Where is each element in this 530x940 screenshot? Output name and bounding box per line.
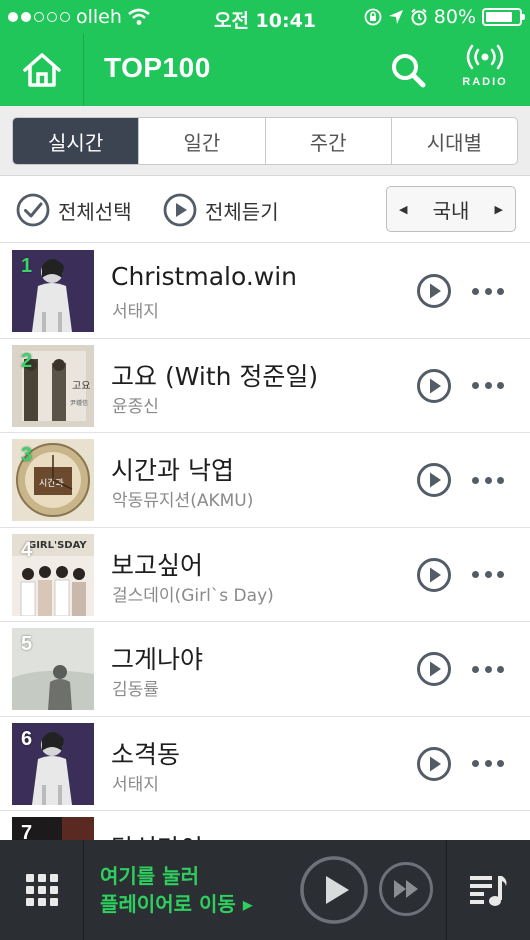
album-art: GIRL'SDAY 4 — [12, 533, 94, 616]
song-list: 1 Christmalo.win 서태지 고요 尹鍾信 2 고요 (With 정… — [0, 244, 530, 840]
page-title: TOP100 — [104, 52, 211, 83]
svg-text:고요: 고요 — [72, 381, 90, 392]
song-artist: 걸스데이(Girl`s Day) — [112, 585, 274, 606]
period-tabs-area: 실시간 일간 주간 시대별 — [0, 106, 530, 176]
hint-line-1: 여기를 눌러 — [100, 864, 199, 888]
grid-icon — [25, 874, 58, 906]
play-all-label: 전체듣기 — [205, 199, 279, 224]
song-title: 시간과 낙엽 — [111, 456, 234, 485]
hint-line-2: 플레이어로 이동 ▸ — [100, 892, 253, 916]
more-options-icon[interactable] — [470, 368, 506, 404]
album-art: 5 — [12, 628, 94, 710]
radio-label: RADIO — [462, 76, 508, 88]
search-icon — [392, 54, 426, 88]
song-title: Christmalo.win — [111, 262, 298, 291]
region-label: 국내 — [432, 198, 470, 223]
search-button[interactable] — [384, 48, 432, 92]
rank-number: 6 — [21, 727, 33, 750]
svg-text:GIRL'SDAY: GIRL'SDAY — [28, 540, 87, 551]
svg-text:尹鍾信: 尹鍾信 — [70, 399, 88, 407]
mini-player: 여기를 눌러 플레이어로 이동 ▸ — [0, 840, 530, 940]
song-row[interactable]: 1 Christmalo.win 서태지 — [0, 244, 530, 339]
alarm-icon — [411, 8, 427, 26]
tab-era[interactable]: 시대별 — [392, 118, 517, 164]
battery-percent: 80% — [433, 6, 476, 28]
open-player-hint[interactable]: 여기를 눌러 플레이어로 이동 ▸ — [100, 862, 253, 918]
status-bar: olleh 오전 10:41 80% — [0, 0, 530, 34]
player-play-icon[interactable] — [299, 855, 369, 925]
location-icon — [388, 10, 403, 24]
play-icon[interactable] — [416, 462, 452, 498]
home-icon — [22, 53, 61, 87]
list-action-bar: 전체선택 전체듣기 ◀ 국내 ▶ — [0, 177, 530, 243]
album-art: 고요 尹鍾信 2 — [12, 344, 94, 427]
song-artist: 서태지 — [112, 774, 159, 795]
song-title: 소격동 — [111, 739, 181, 769]
radio-icon — [466, 44, 504, 70]
play-all-button[interactable]: 전체듣기 — [163, 193, 279, 227]
top-nav-bar: TOP100 RADIO — [0, 34, 530, 106]
fast-forward-icon[interactable] — [378, 861, 434, 917]
play-icon[interactable] — [416, 651, 452, 687]
chevron-right-icon[interactable]: ▶ — [495, 203, 503, 216]
album-art: 6 — [12, 722, 94, 805]
song-title: 당신만이 — [111, 829, 203, 840]
select-all-label: 전체선택 — [58, 199, 132, 224]
song-row[interactable]: 6 소격동 서태지 — [0, 717, 530, 811]
play-icon[interactable] — [416, 557, 452, 593]
song-row[interactable]: 7 당신만이 — [0, 811, 530, 840]
tab-daily[interactable]: 일간 — [139, 118, 266, 164]
tab-realtime[interactable]: 실시간 — [13, 118, 140, 164]
status-right: 80% — [364, 6, 525, 28]
period-tabs: 실시간 일간 주간 시대별 — [12, 117, 518, 165]
rank-number: 3 — [21, 444, 33, 466]
album-art: 시간과 3 — [12, 439, 94, 521]
song-artist: 악동뮤지션(AKMU) — [112, 491, 254, 511]
song-title: 고요 (With 정준일) — [111, 361, 319, 391]
song-artist: 윤종신 — [112, 396, 159, 417]
rank-number: 4 — [21, 538, 33, 561]
song-title: 그게나야 — [111, 645, 204, 674]
song-row[interactable]: GIRL'SDAY 4 보고싶어 걸스데이(Girl`s Day) — [0, 528, 530, 622]
song-artist: 서태지 — [112, 302, 159, 322]
album-art: 1 — [12, 250, 94, 332]
song-row[interactable]: 고요 尹鍾信 2 고요 (With 정준일) 윤종신 — [0, 339, 530, 433]
play-icon[interactable] — [416, 746, 452, 782]
rank-number: 1 — [21, 255, 33, 277]
rank-number: 5 — [21, 633, 33, 655]
song-row[interactable]: 시간과 3 시간과 낙엽 악동뮤지션(AKMU) — [0, 433, 530, 528]
rank-number: 7 — [21, 822, 33, 840]
song-title: 보고싶어 — [111, 550, 204, 580]
more-options-icon[interactable] — [470, 557, 506, 593]
rank-number: 2 — [21, 349, 33, 372]
more-options-icon[interactable] — [470, 273, 506, 309]
rotation-lock-icon — [364, 8, 382, 26]
more-options-icon[interactable] — [470, 462, 506, 498]
more-options-icon[interactable] — [470, 746, 506, 782]
playlist-button[interactable] — [446, 840, 530, 940]
song-row[interactable]: 5 그게나야 김동률 — [0, 622, 530, 717]
select-all-button[interactable]: 전체선택 — [16, 193, 132, 227]
song-artist: 김동률 — [112, 680, 159, 700]
battery-icon — [482, 8, 525, 26]
album-art: 7 — [12, 817, 94, 840]
radio-button[interactable]: RADIO — [450, 44, 520, 98]
more-options-icon[interactable] — [470, 651, 506, 687]
tab-weekly[interactable]: 주간 — [266, 118, 392, 164]
playlist-icon — [469, 876, 506, 906]
home-button[interactable] — [0, 34, 84, 106]
check-circle-icon — [16, 193, 50, 227]
play-circle-icon — [163, 193, 197, 227]
play-icon[interactable] — [416, 368, 452, 404]
play-icon[interactable] — [416, 273, 452, 309]
menu-grid-button[interactable] — [0, 840, 84, 940]
chevron-left-icon[interactable]: ◀ — [399, 203, 407, 216]
region-selector[interactable]: ◀ 국내 ▶ — [386, 186, 516, 232]
